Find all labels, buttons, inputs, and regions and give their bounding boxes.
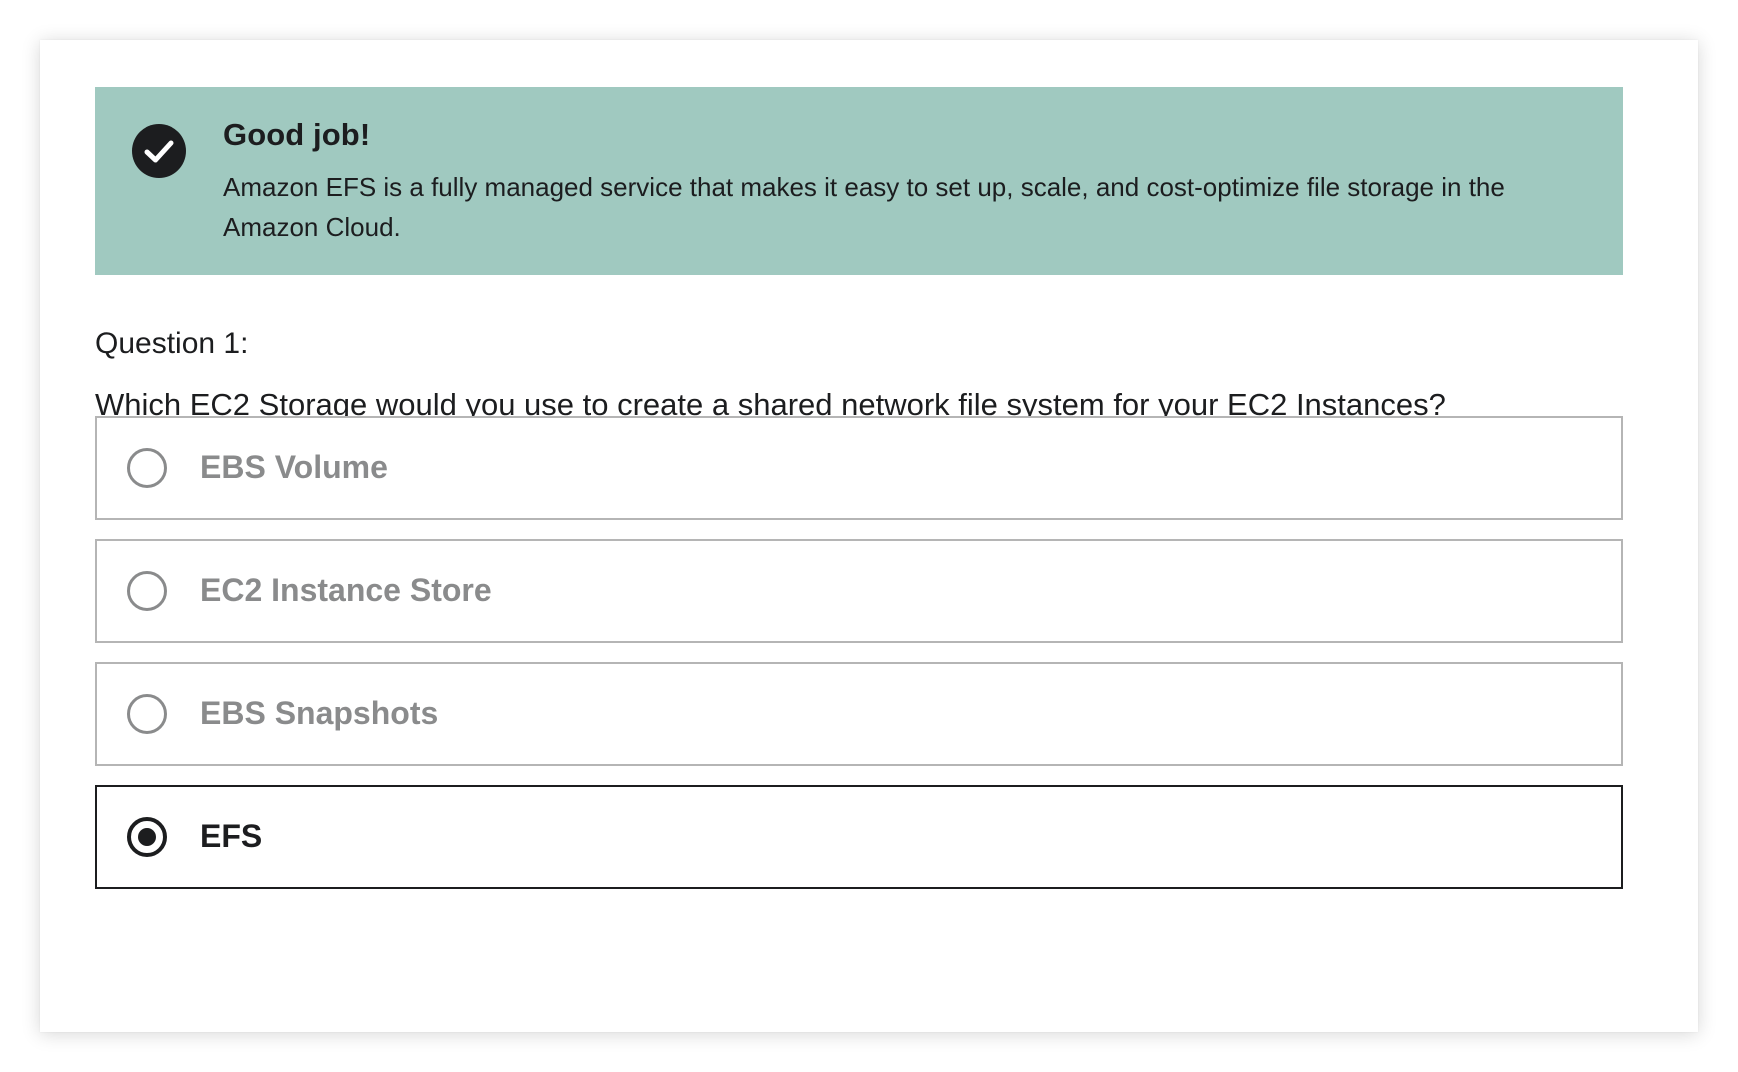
alert-title: Good job! (223, 117, 371, 152)
answer-option-label: EBS Snapshots (200, 695, 439, 731)
radio-button[interactable] (127, 448, 167, 488)
question-number: Question 1: (95, 327, 249, 360)
quiz-card: Good job! Amazon EFS is a fully managed … (40, 40, 1698, 1032)
answer-option-label: EBS Volume (200, 449, 388, 485)
radio-button[interactable] (127, 694, 167, 734)
radio-dot (138, 828, 156, 846)
check-circle-icon (132, 124, 186, 178)
answer-option-efs[interactable]: EFS (95, 785, 1623, 889)
alert-message: Amazon EFS is a fully managed service th… (223, 172, 1505, 242)
answer-option-label: EFS (200, 818, 263, 854)
answer-option-ebs-volume[interactable]: EBS Volume (95, 416, 1623, 520)
answer-option-ebs-snapshots[interactable]: EBS Snapshots (95, 662, 1623, 766)
answer-option-label: EC2 Instance Store (200, 572, 492, 608)
success-alert: Good job! Amazon EFS is a fully managed … (95, 87, 1623, 275)
radio-button[interactable] (127, 571, 167, 611)
answer-option-ec2-instance-store[interactable]: EC2 Instance Store (95, 539, 1623, 643)
radio-button-selected[interactable] (127, 817, 167, 857)
